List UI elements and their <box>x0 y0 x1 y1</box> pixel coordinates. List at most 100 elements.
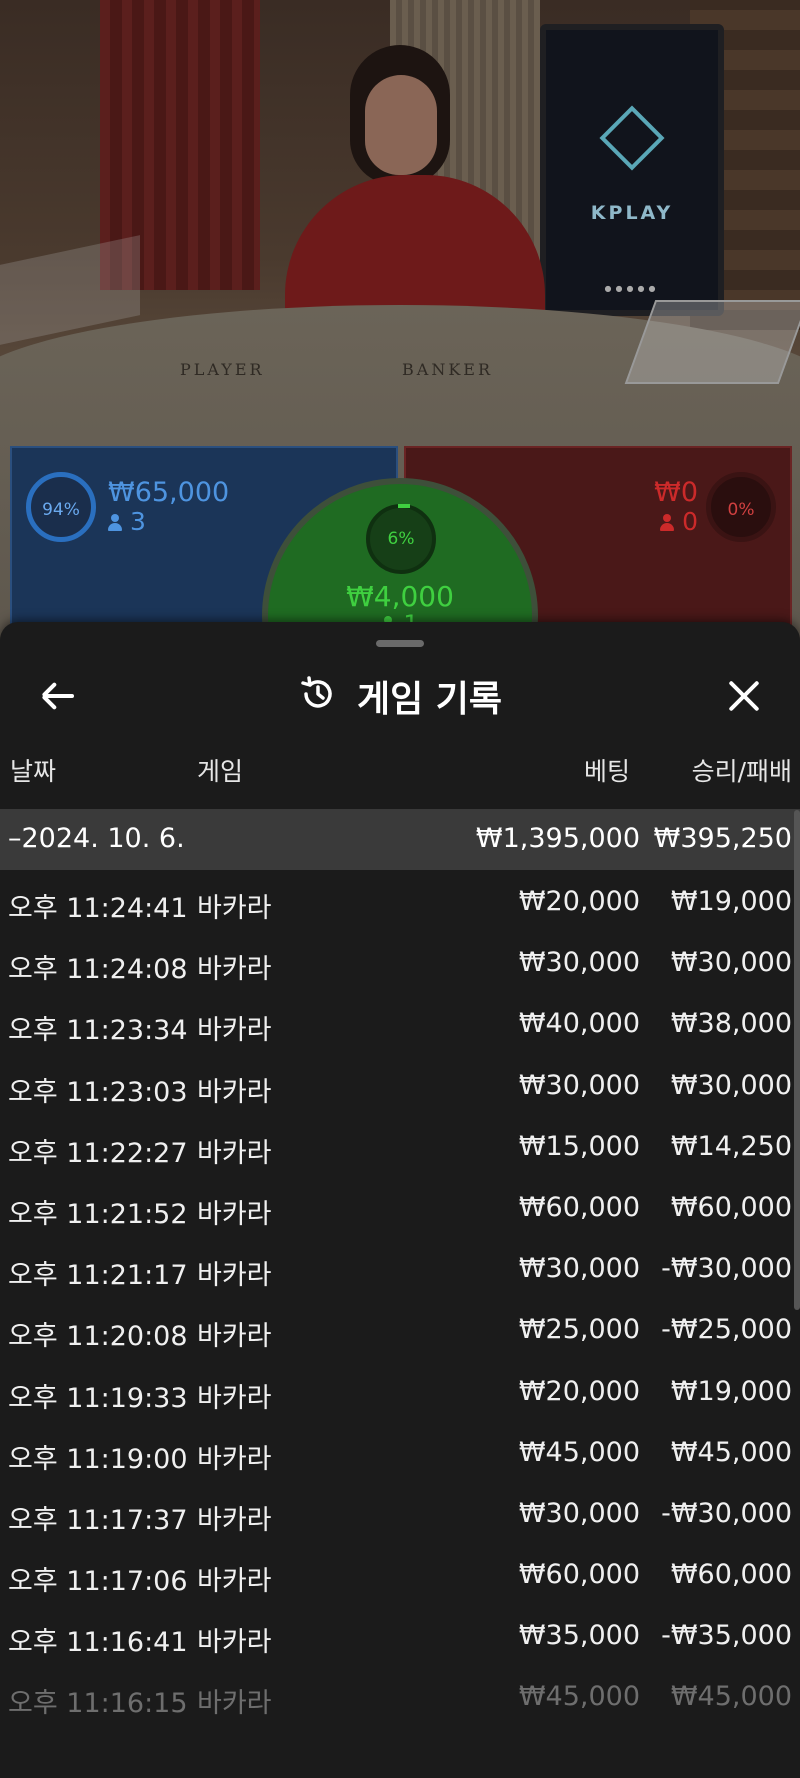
row-win-loss: ₩30,000 <box>670 947 792 979</box>
row-bet: ₩60,000 <box>518 1191 640 1223</box>
history-row[interactable]: 오후 11:16:15 바카라 ₩45,000 ₩45,000 <box>0 1669 800 1730</box>
history-row[interactable]: 오후 11:23:03 바카라 ₩30,000 ₩30,000 <box>0 1058 800 1119</box>
history-row[interactable]: 오후 11:24:08 바카라 ₩30,000 ₩30,000 <box>0 935 800 996</box>
row-game: 바카라 <box>197 893 272 924</box>
row-bet: ₩30,000 <box>518 1497 640 1529</box>
table-header: 날짜 게임 베팅 승리/패배 <box>0 752 800 792</box>
column-bet[interactable]: 베팅 <box>584 752 630 788</box>
close-button[interactable] <box>716 668 772 724</box>
row-win-loss: -₩35,000 <box>661 1620 792 1652</box>
row-time: 오후 11:23:34 <box>8 1015 188 1047</box>
row-bet: ₩30,000 <box>518 947 640 979</box>
history-list: 오후 11:24:41 바카라 ₩20,000 ₩19,000 오후 11:24:08… <box>0 874 800 1731</box>
column-game[interactable]: 게임 <box>197 752 243 788</box>
row-win-loss: ₩45,000 <box>670 1681 792 1713</box>
row-game: 바카라 <box>197 1198 272 1230</box>
row-win-loss: ₩45,000 <box>670 1436 792 1468</box>
table-label-banker: BANKER <box>402 360 493 379</box>
row-time: 오후 11:17:37 <box>8 1504 188 1536</box>
history-row[interactable]: 오후 11:22:27 바카라 ₩15,000 ₩14,250 <box>0 1119 800 1180</box>
monitor-brand-text: KPLAY <box>590 202 674 224</box>
column-win-loss[interactable]: 승리/패배 <box>692 752 792 788</box>
history-row[interactable]: 오후 11:17:06 바카라 ₩60,000 ₩60,000 <box>0 1547 800 1608</box>
row-time: 오후 11:16:41 <box>8 1627 188 1659</box>
group-date: –2024. 10. 6. <box>8 823 185 854</box>
row-time: 오후 11:22:27 <box>8 1137 188 1169</box>
row-game: 바카라 <box>197 1504 272 1536</box>
row-win-loss: ₩14,250 <box>670 1130 792 1162</box>
history-row[interactable]: 오후 11:23:34 바카라 ₩40,000 ₩38,000 <box>0 996 800 1057</box>
row-game: 바카라 <box>197 1137 272 1169</box>
close-icon <box>726 678 762 714</box>
row-time: 오후 11:19:00 <box>8 1443 188 1475</box>
history-row[interactable]: 오후 11:20:08 바카라 ₩25,000 -₩25,000 <box>0 1302 800 1363</box>
group-bet-total: ₩1,395,000 <box>475 823 640 854</box>
history-row[interactable]: 오후 11:21:52 바카라 ₩60,000 ₩60,000 <box>0 1180 800 1241</box>
history-icon <box>298 674 338 718</box>
row-win-loss: ₩19,000 <box>670 886 792 917</box>
row-game: 바카라 <box>197 1015 272 1047</box>
row-game: 바카라 <box>197 1260 272 1292</box>
row-time: 오후 11:24:08 <box>8 954 188 986</box>
card-shoe <box>624 300 800 384</box>
row-win-loss: -₩30,000 <box>661 1253 792 1285</box>
row-win-loss: -₩30,000 <box>661 1497 792 1529</box>
banker-bet-amount: ₩0 <box>654 477 698 508</box>
history-row[interactable]: 오후 11:17:37 바카라 ₩30,000 -₩30,000 <box>0 1486 800 1547</box>
row-game: 바카라 <box>197 1443 272 1475</box>
list-scrollbar[interactable] <box>794 810 800 1310</box>
row-game: 바카라 <box>197 1688 272 1720</box>
player-percent-ring: 94% <box>26 472 96 542</box>
row-time: 오후 11:16:15 <box>8 1688 188 1720</box>
row-bet: ₩20,000 <box>518 886 640 917</box>
row-bet: ₩15,000 <box>518 1130 640 1162</box>
banker-percent-ring: 0% <box>706 472 776 542</box>
history-row[interactable]: 오후 11:19:33 바카라 ₩20,000 ₩19,000 <box>0 1364 800 1425</box>
row-time: 오후 11:24:41 <box>8 893 188 924</box>
row-bet: ₩20,000 <box>518 1375 640 1407</box>
studio-monitor: KPLAY ●●●●● <box>540 24 724 316</box>
row-bet: ₩60,000 <box>518 1559 640 1591</box>
row-game: 바카라 <box>197 1076 272 1108</box>
row-bet: ₩25,000 <box>518 1314 640 1346</box>
row-bet: ₩30,000 <box>518 1253 640 1285</box>
row-bet: ₩45,000 <box>518 1436 640 1468</box>
banker-bettor-count: 0 <box>660 508 698 536</box>
row-bet: ₩35,000 <box>518 1620 640 1652</box>
dealer-face <box>365 75 437 175</box>
row-time: 오후 11:19:33 <box>8 1382 188 1414</box>
row-win-loss: -₩25,000 <box>661 1314 792 1346</box>
row-win-loss: ₩60,000 <box>670 1559 792 1591</box>
history-row[interactable]: 오후 11:16:41 바카라 ₩35,000 -₩35,000 <box>0 1608 800 1669</box>
row-win-loss: ₩30,000 <box>670 1069 792 1101</box>
tie-bet-amount: ₩4,000 <box>346 580 454 613</box>
row-bet: ₩40,000 <box>518 1008 640 1040</box>
date-group-row[interactable]: –2024. 10. 6. ₩1,395,000 ₩395,250 <box>0 809 800 870</box>
player-bettor-count: 3 <box>108 508 146 536</box>
row-time: 오후 11:23:03 <box>8 1076 188 1108</box>
monitor-dots: ●●●●● <box>604 284 660 293</box>
history-row[interactable]: 오후 11:21:17 바카라 ₩30,000 -₩30,000 <box>0 1241 800 1302</box>
row-time: 오후 11:21:52 <box>8 1198 188 1230</box>
sheet-title: 게임 기록 <box>357 679 503 720</box>
kplay-logo-icon <box>599 105 665 171</box>
row-game: 바카라 <box>197 1321 272 1353</box>
row-time: 오후 11:20:08 <box>8 1321 188 1353</box>
row-time: 오후 11:17:06 <box>8 1566 188 1598</box>
row-game: 바카라 <box>197 1566 272 1598</box>
row-time: 오후 11:21:17 <box>8 1260 188 1292</box>
row-game: 바카라 <box>197 1627 272 1659</box>
person-icon <box>108 514 122 531</box>
column-date[interactable]: 날짜 <box>10 752 56 788</box>
game-history-sheet: 게임 기록 날짜 게임 베팅 승리/패배 –2024. 10. 6. ₩1,39… <box>0 622 800 1778</box>
sheet-header: 게임 기록 <box>0 670 800 722</box>
history-row[interactable]: 오후 11:19:00 바카라 ₩45,000 ₩45,000 <box>0 1425 800 1486</box>
row-bet: ₩30,000 <box>518 1069 640 1101</box>
tie-percent-ring: 6% <box>366 504 436 574</box>
history-row[interactable]: 오후 11:24:41 바카라 ₩20,000 ₩19,000 <box>0 874 800 935</box>
row-game: 바카라 <box>197 954 272 986</box>
player-bet-amount: ₩65,000 <box>108 477 230 508</box>
sheet-drag-handle[interactable] <box>376 640 424 647</box>
row-bet: ₩45,000 <box>518 1681 640 1713</box>
row-win-loss: ₩19,000 <box>670 1375 792 1407</box>
